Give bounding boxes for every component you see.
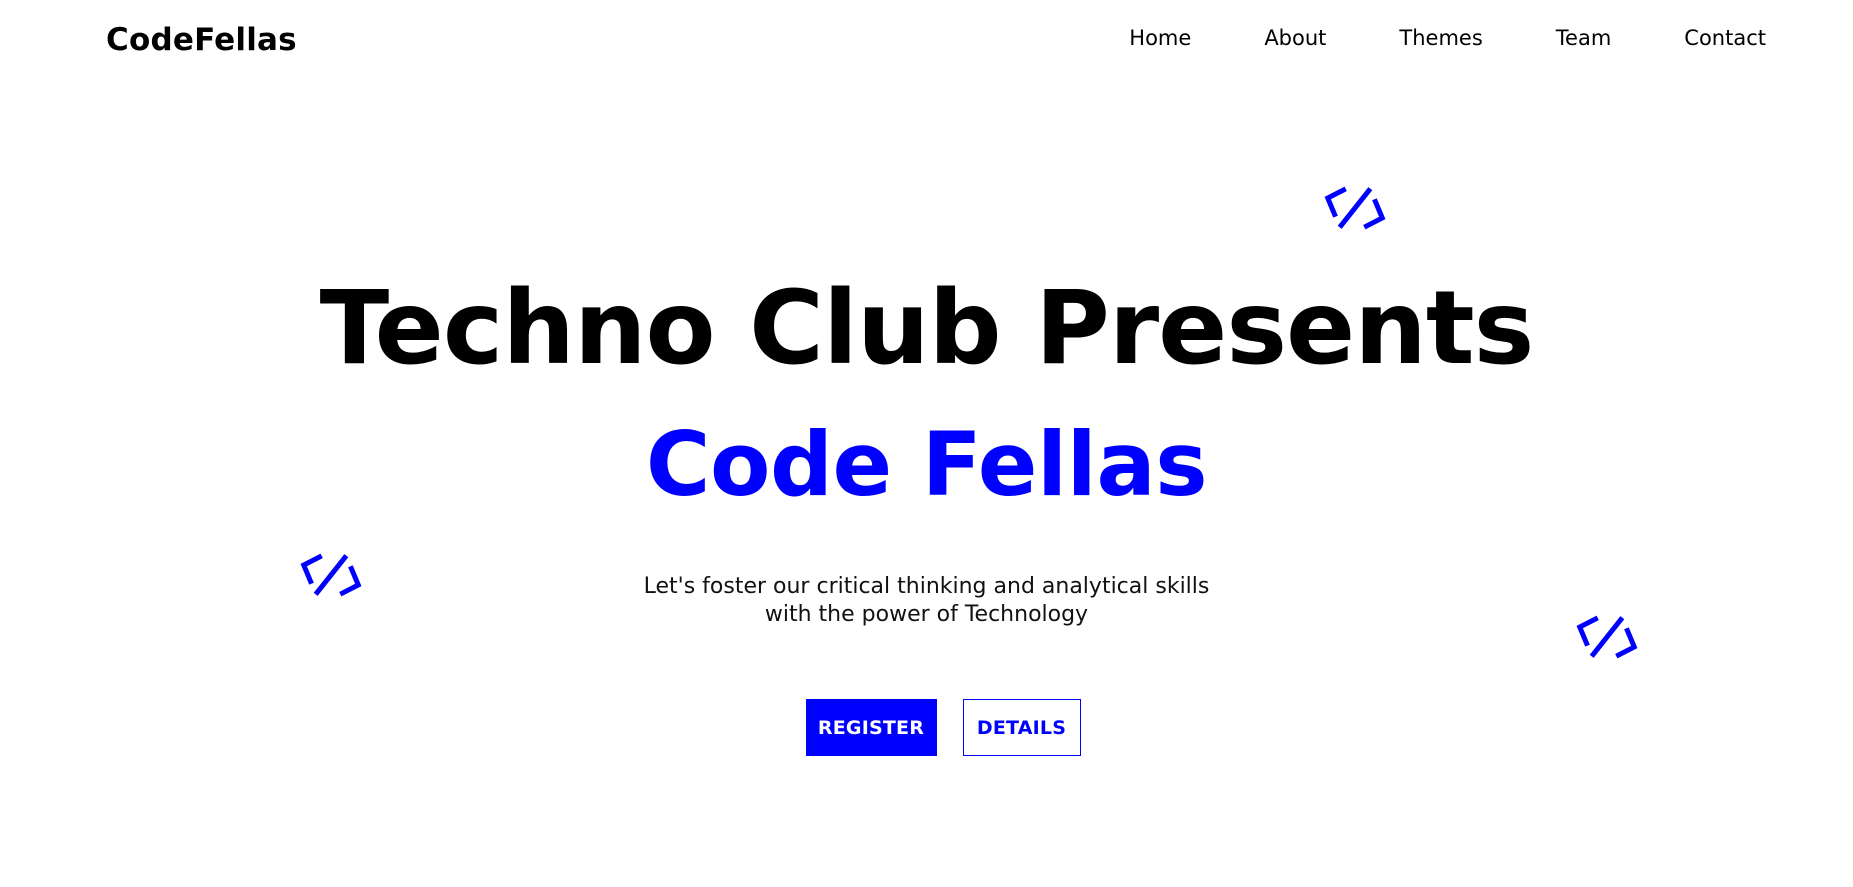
hero-actions: REGISTER DETAILS xyxy=(0,699,1853,756)
register-button[interactable]: REGISTER xyxy=(805,699,937,756)
hero-title: Techno Club Presents xyxy=(319,269,1535,388)
tagline-line-2: with the power of Technology xyxy=(764,602,1089,627)
code-brackets-icon xyxy=(1320,183,1390,233)
tagline-line-1: Let's foster our critical thinking and a… xyxy=(643,574,1210,599)
brand-logo[interactable]: CodeFellas xyxy=(106,22,297,58)
hero-tagline: Let's foster our critical thinking and a… xyxy=(0,573,1853,629)
nav-themes[interactable]: Themes xyxy=(1399,26,1482,50)
main-nav: Home About Themes Team Contact xyxy=(1129,26,1766,50)
nav-contact[interactable]: Contact xyxy=(1684,26,1766,50)
nav-team[interactable]: Team xyxy=(1556,26,1612,50)
hero-subtitle: Code Fellas xyxy=(645,413,1208,516)
site-header: CodeFellas Home About Themes Team Contac… xyxy=(0,0,1853,90)
landing-page: CodeFellas Home About Themes Team Contac… xyxy=(0,0,1853,887)
nav-about[interactable]: About xyxy=(1264,26,1326,50)
nav-home[interactable]: Home xyxy=(1129,26,1191,50)
details-button[interactable]: DETAILS xyxy=(962,699,1081,756)
